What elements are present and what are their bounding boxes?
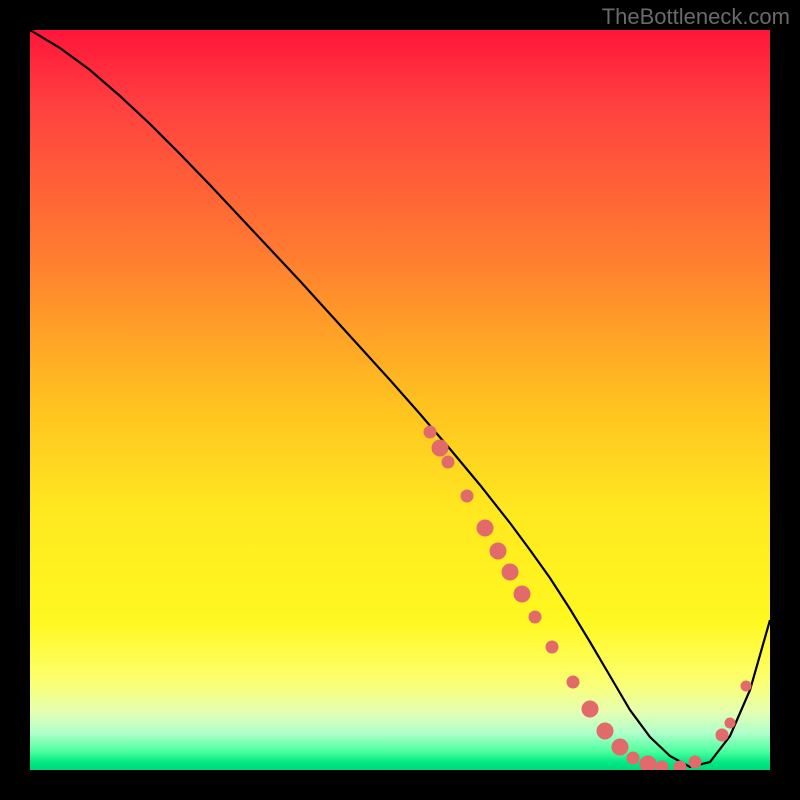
data-point — [514, 586, 530, 602]
chart-svg-layer — [30, 30, 770, 770]
data-point — [716, 729, 728, 741]
data-point — [741, 681, 751, 691]
data-point — [461, 490, 473, 502]
data-point — [597, 723, 613, 739]
data-point — [529, 611, 541, 623]
data-point — [442, 456, 454, 468]
data-point — [674, 761, 686, 770]
data-point — [477, 520, 493, 536]
data-point — [490, 543, 506, 559]
data-point — [567, 676, 579, 688]
data-point — [502, 564, 518, 580]
bottleneck-curve — [30, 30, 770, 767]
data-point — [640, 756, 656, 770]
data-point — [725, 718, 735, 728]
data-point — [689, 756, 701, 768]
chart-frame: TheBottleneck.com — [0, 0, 800, 800]
data-point — [432, 440, 448, 456]
data-point — [656, 761, 668, 770]
data-point — [612, 739, 628, 755]
watermark-text: TheBottleneck.com — [602, 4, 790, 30]
data-point — [627, 752, 639, 764]
data-point — [582, 701, 598, 717]
data-point — [424, 426, 436, 438]
data-point — [546, 641, 558, 653]
